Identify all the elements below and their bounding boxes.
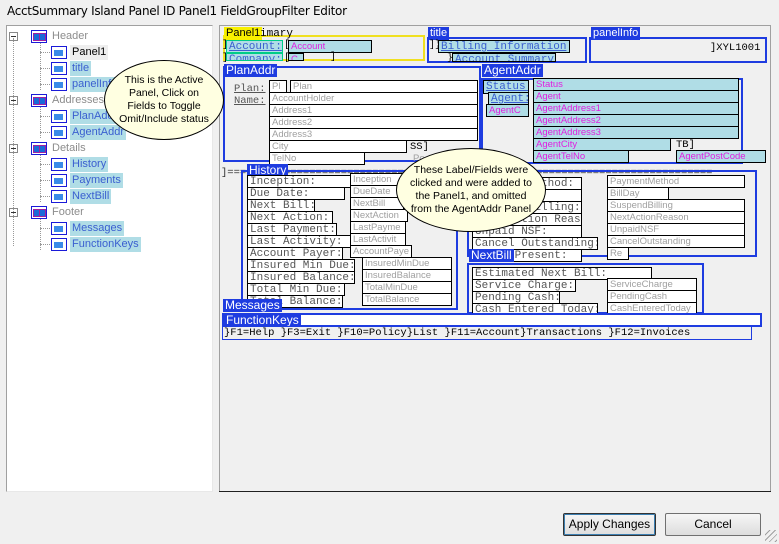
history-field[interactable]: TotalBalance	[362, 293, 452, 306]
tree-group-label: Addresses	[52, 94, 104, 106]
panel-icon	[51, 78, 67, 91]
panel-agentaddr-title: AgentAddr	[482, 63, 543, 77]
panel-icon	[51, 126, 67, 139]
tree-item-label: title	[70, 61, 92, 76]
field-agentc[interactable]: AgentC	[486, 104, 529, 117]
tree-connector	[40, 219, 41, 250]
tree-group-header[interactable]: Header	[27, 29, 197, 44]
panel-icon	[51, 110, 67, 123]
tree-item-payments[interactable]: Payments	[47, 173, 197, 188]
tree-item-label: Messages	[70, 221, 125, 236]
panel-icon	[51, 174, 67, 187]
field-agenttelno[interactable]: AgentTelNo	[533, 150, 629, 163]
panel-panelinfo-title: panelInfo	[591, 27, 641, 40]
panel-title-title: title	[428, 27, 450, 40]
tree-item-label: Panel1	[70, 45, 109, 60]
panel-functionkeys[interactable]	[222, 313, 762, 327]
tree-item-messages[interactable]: Messages	[47, 221, 197, 236]
tree-connector	[13, 38, 14, 246]
callout-active-panel: This is the Active Panel, Click on Field…	[104, 60, 224, 140]
callout-moved-fields-text: These Label/Fields were clicked and were…	[410, 164, 532, 215]
label-account[interactable]: Account:	[226, 40, 283, 53]
label-account-summary[interactable]: Account Summary	[452, 53, 556, 62]
panel-messages-title[interactable]: Messages	[223, 299, 282, 312]
cancel-button[interactable]: Cancel	[665, 513, 761, 536]
tree-item-label: NextBill	[70, 189, 112, 204]
panel-group-icon	[31, 30, 47, 43]
payment-field[interactable]: Re	[607, 247, 629, 260]
tree-item-history[interactable]: History	[47, 157, 197, 172]
tree-group-footer[interactable]: Footer	[27, 205, 197, 220]
panel-nextbill-title: NextBill	[469, 248, 514, 262]
callout-moved-fields: These Label/Fields were clicked and were…	[396, 148, 546, 232]
tree-item-label: History	[70, 157, 109, 172]
panel-panel1-title: Panel1	[224, 27, 263, 40]
window-titlebar: AcctSummary Island Panel ID Panel1 Field…	[0, 0, 779, 24]
panel-icon	[51, 238, 67, 251]
tree-item-panel1[interactable]: Panel1	[47, 45, 197, 60]
panel-group-icon	[31, 94, 47, 107]
resize-grip[interactable]	[765, 530, 777, 542]
panel-icon	[51, 46, 67, 59]
label-billing-information[interactable]: Billing Information	[438, 40, 570, 53]
tree-item-label: AgentAddr	[70, 125, 126, 140]
tree-group-label: Header	[52, 30, 89, 42]
tree-item-label: FunctionKeys	[70, 237, 141, 252]
divider	[219, 491, 771, 492]
apply-changes-button[interactable]: Apply Changes	[563, 513, 656, 536]
functionkeys-text: }F1=Help }F3=Exit }F10=Policy}List }F11=…	[224, 327, 691, 339]
tree-connector	[40, 155, 41, 202]
tree-item-label: Payments	[70, 173, 123, 188]
panel-group-icon	[31, 206, 47, 219]
panel-icon	[51, 222, 67, 235]
label-plan[interactable]: Plan:	[234, 83, 266, 95]
panel1-header-text: imary	[260, 28, 294, 40]
panel-icon	[51, 190, 67, 203]
tree-group-details[interactable]: Details	[27, 141, 197, 156]
tree-connector	[40, 107, 41, 138]
label-name[interactable]: Name:	[234, 95, 266, 107]
callout-active-panel-text: This is the Active Panel, Click on Field…	[119, 74, 209, 125]
tree-item-functionkeys[interactable]: FunctionKeys	[47, 237, 197, 252]
bracket: ]	[330, 52, 337, 63]
tree-connector	[40, 43, 41, 90]
panel-icon	[51, 62, 67, 75]
panelinfo-text: ]XYL1001	[710, 42, 761, 54]
tree-group-label: Footer	[52, 206, 84, 218]
tree-group-label: Details	[52, 142, 86, 154]
panel-planaddr-title: PlanAddr	[224, 63, 278, 77]
field-agentpostcode[interactable]: AgentPostCode	[676, 150, 766, 163]
panel-group-icon	[31, 142, 47, 155]
label-company[interactable]: Company:	[226, 53, 283, 61]
tree-item-nextbill[interactable]: NextBill	[47, 189, 197, 204]
field-company[interactable]: C	[288, 53, 304, 61]
panel-layout-canvas: Panel1 imary ] Account: ] Company: [ Acc…	[219, 25, 771, 492]
panel-icon	[51, 158, 67, 171]
window-title: AcctSummary Island Panel ID Panel1 Field…	[7, 4, 347, 18]
